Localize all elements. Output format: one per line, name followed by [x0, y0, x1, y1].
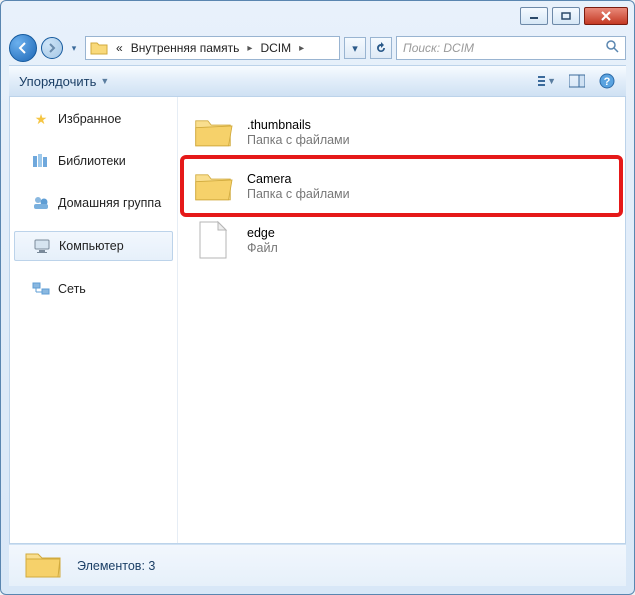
- item-type: Папка с файлами: [247, 133, 350, 147]
- sidebar-item-libraries[interactable]: Библиотеки: [10, 147, 177, 175]
- homegroup-icon: [32, 194, 50, 212]
- view-options-button[interactable]: ▼: [538, 72, 556, 90]
- sidebar-item-label: Сеть: [58, 282, 86, 296]
- chevron-right-icon[interactable]: ▸: [295, 43, 308, 54]
- svg-text:?: ?: [604, 76, 611, 88]
- navigation-bar: ▾ « Внутренняя память ▸ DCIM ▸ ▾ Поиск: …: [9, 31, 626, 65]
- search-icon: [606, 40, 619, 56]
- sidebar-item-homegroup[interactable]: Домашняя группа: [10, 189, 177, 217]
- breadcrumb-prefix[interactable]: «: [112, 41, 127, 55]
- computer-icon: [33, 237, 51, 255]
- organize-label: Упорядочить: [19, 74, 96, 89]
- item-name: Camera: [247, 172, 350, 186]
- forward-button[interactable]: [41, 37, 63, 59]
- maximize-button[interactable]: [552, 7, 580, 25]
- chevron-down-icon: ▼: [547, 76, 556, 86]
- back-button[interactable]: [9, 34, 37, 62]
- item-type: Файл: [247, 241, 278, 255]
- sidebar-item-network[interactable]: Сеть: [10, 275, 177, 303]
- chevron-right-icon[interactable]: ▸: [243, 43, 256, 54]
- sidebar-item-label: Избранное: [58, 112, 121, 126]
- sidebar-item-label: Компьютер: [59, 239, 124, 253]
- folder-icon: [189, 110, 237, 154]
- address-bar[interactable]: « Внутренняя память ▸ DCIM ▸: [85, 36, 340, 60]
- item-name: edge: [247, 226, 278, 240]
- folder-item[interactable]: CameraПапка с файлами: [184, 159, 619, 213]
- file-list[interactable]: .thumbnailsПапка с файламиCameraПапка с …: [178, 97, 625, 543]
- libraries-icon: [32, 152, 50, 170]
- status-bar: Элементов: 3: [9, 544, 626, 586]
- folder-icon: [189, 164, 237, 208]
- explorer-window: ▾ « Внутренняя память ▸ DCIM ▸ ▾ Поиск: …: [0, 0, 635, 595]
- command-bar: Упорядочить ▼ ▼ ?: [9, 65, 626, 97]
- navigation-pane: ★ Избранное Библиотеки Домашняя группа: [10, 97, 178, 543]
- search-input[interactable]: Поиск: DCIM: [396, 36, 626, 60]
- folder-item[interactable]: .thumbnailsПапка с файлами: [184, 105, 619, 159]
- sidebar-item-favorites[interactable]: ★ Избранное: [10, 105, 177, 133]
- breadcrumb-seg-dcim[interactable]: DCIM: [256, 41, 295, 55]
- folder-icon: [23, 547, 63, 584]
- folder-icon: [90, 40, 108, 56]
- body: ★ Избранное Библиотеки Домашняя группа: [9, 97, 626, 544]
- status-text: Элементов: 3: [77, 559, 155, 573]
- history-dropdown[interactable]: ▾: [67, 36, 81, 60]
- item-type: Папка с файлами: [247, 187, 350, 201]
- preview-pane-button[interactable]: [568, 72, 586, 90]
- breadcrumb-seg-internal[interactable]: Внутренняя память: [127, 41, 244, 55]
- file-icon: [189, 218, 237, 262]
- minimize-button[interactable]: [520, 7, 548, 25]
- organize-menu[interactable]: Упорядочить ▼: [19, 74, 109, 89]
- file-item[interactable]: edgeФайл: [184, 213, 619, 267]
- address-history-button[interactable]: ▾: [344, 37, 366, 59]
- close-button[interactable]: [584, 7, 628, 25]
- sidebar-item-label: Домашняя группа: [58, 196, 161, 210]
- item-name: .thumbnails: [247, 118, 350, 132]
- help-button[interactable]: ?: [598, 72, 616, 90]
- network-icon: [32, 280, 50, 298]
- titlebar: [1, 1, 634, 31]
- sidebar-item-label: Библиотеки: [58, 154, 126, 168]
- search-placeholder: Поиск: DCIM: [403, 41, 474, 55]
- star-icon: ★: [32, 110, 50, 128]
- refresh-button[interactable]: [370, 37, 392, 59]
- sidebar-item-computer[interactable]: Компьютер: [14, 231, 173, 261]
- chevron-down-icon: ▼: [100, 76, 109, 86]
